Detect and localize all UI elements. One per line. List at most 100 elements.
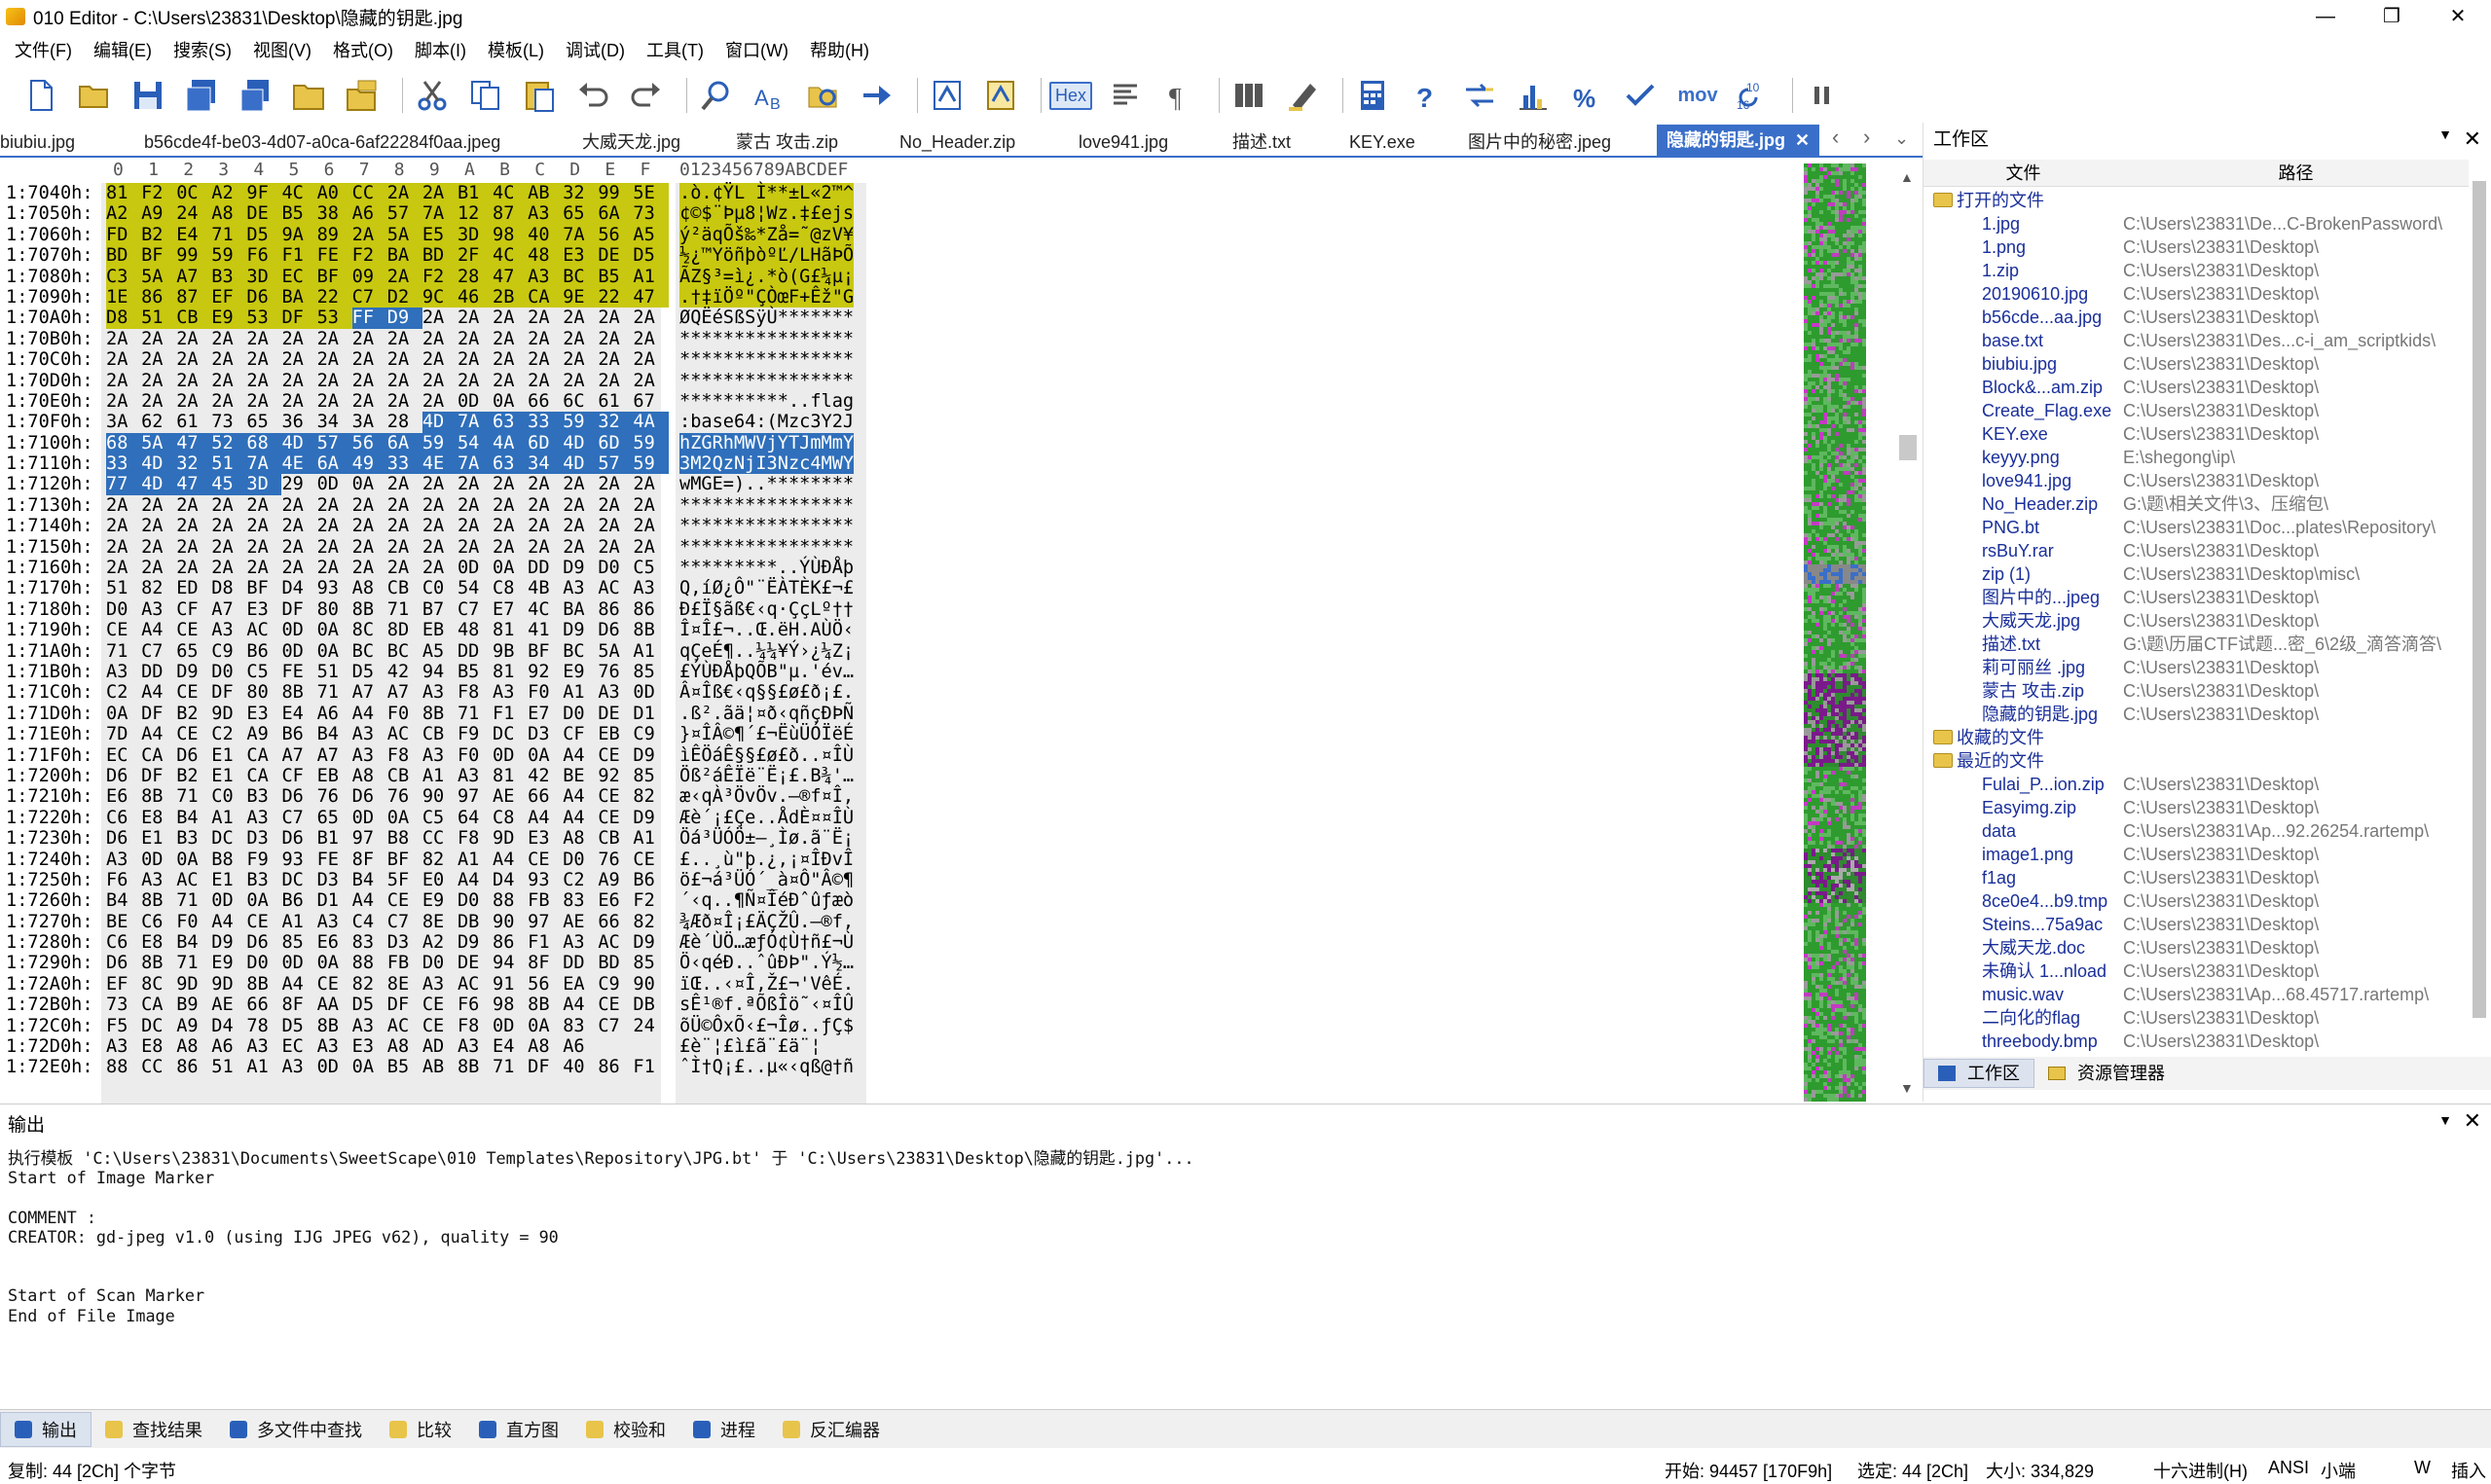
hex-byte[interactable]: 2A <box>211 349 246 370</box>
highlight-icon[interactable] <box>1281 74 1324 117</box>
hex-byte[interactable]: A2 <box>211 183 247 204</box>
hex-byte[interactable]: 47 <box>633 286 669 308</box>
workspace-file-row[interactable]: zip (1) C:\Users\23831\Desktop\misc\ <box>1923 562 2469 586</box>
hex-byte[interactable]: D4 <box>211 1016 246 1036</box>
hex-byte[interactable]: 8B <box>141 786 176 807</box>
workspace-file-row[interactable]: 20190610.jpg C:\Users\23831\Desktop\ <box>1923 282 2469 306</box>
ascii-text[interactable]: æ‹qÀ³ÖvÖv.—®f¤Î‚ <box>679 786 854 807</box>
hex-byte[interactable]: A3 <box>211 620 246 640</box>
hex-byte[interactable]: A3 <box>352 1016 387 1036</box>
workspace-file-row[interactable]: 大威天龙.doc C:\Users\23831\Desktop\ <box>1923 936 2469 959</box>
hex-byte[interactable]: 2A <box>458 308 493 328</box>
hex-scroll-thumb[interactable] <box>1899 435 1917 460</box>
ascii-text[interactable]: 3M2QzNjI3Nzc4MWY <box>679 453 855 475</box>
hex-byte[interactable]: 8B <box>352 599 387 620</box>
workspace-file-row[interactable]: KEY.exe C:\Users\23831\Desktop\ <box>1923 422 2469 446</box>
find-icon[interactable] <box>695 74 738 117</box>
hex-byte[interactable]: 2A <box>176 516 211 536</box>
hex-byte[interactable]: CE <box>598 745 633 766</box>
hex-byte[interactable]: D3 <box>528 724 563 744</box>
hex-mode-button[interactable]: Hex <box>1049 81 1093 110</box>
hex-byte[interactable]: A9 <box>598 870 633 890</box>
hex-byte[interactable]: A3 <box>246 1036 281 1057</box>
redo-icon[interactable] <box>625 74 668 117</box>
hex-byte[interactable]: CE <box>598 786 633 807</box>
hex-byte[interactable]: 0A <box>352 1057 387 1077</box>
hex-byte[interactable]: 2A <box>598 474 633 494</box>
hex-byte[interactable]: B4 <box>352 870 387 890</box>
hex-byte[interactable]: 34 <box>528 453 564 475</box>
hex-byte[interactable]: CB <box>176 308 212 329</box>
hex-byte[interactable]: 2A <box>352 349 387 370</box>
hex-byte[interactable]: 2A <box>387 558 422 578</box>
hex-byte[interactable]: 1E <box>106 286 142 308</box>
hex-byte[interactable]: 8B <box>422 704 458 724</box>
hex-byte[interactable]: 76 <box>317 786 352 807</box>
save-as-icon[interactable] <box>180 74 223 117</box>
hex-byte[interactable]: 64 <box>458 808 493 828</box>
hex-byte[interactable]: 2A <box>563 516 598 536</box>
hex-byte[interactable]: 46 <box>457 286 494 308</box>
hex-byte[interactable]: E8 <box>141 808 176 828</box>
hex-byte[interactable]: 2A <box>598 329 633 349</box>
calculator-icon[interactable] <box>1351 74 1394 117</box>
workspace-file-row[interactable]: Create_Flag.exe C:\Users\23831\Desktop\ <box>1923 399 2469 422</box>
hex-byte[interactable]: 0D <box>211 890 246 911</box>
file-tab[interactable]: 蒙古 攻击.zip <box>736 127 838 158</box>
hex-byte[interactable]: 2A <box>246 495 281 516</box>
hex-byte[interactable]: 59 <box>633 453 669 475</box>
hex-bytes[interactable]: B4 8B 71 0D 0A B6 D1 A4 CE E9 D0 88 FB 83 E6 F2 <box>106 890 669 911</box>
hex-byte[interactable]: 81 <box>106 183 142 204</box>
hex-byte[interactable]: DE <box>458 953 493 973</box>
hex-byte[interactable]: BC <box>387 641 422 662</box>
hex-byte[interactable]: A6 <box>351 203 387 225</box>
hex-byte[interactable]: 0D <box>458 391 493 412</box>
ascii-text[interactable]: Öá³ÜÓÖ±—¸Ìø.ã¨Ë¡ <box>679 828 854 849</box>
scroll-up-icon[interactable]: ▲ <box>1900 169 1914 185</box>
hex-byte[interactable]: 61 <box>598 391 633 412</box>
hex-byte[interactable]: 8E <box>387 974 422 995</box>
menu-item[interactable]: 模板(L) <box>479 37 553 62</box>
hex-byte[interactable]: AC <box>458 974 493 995</box>
hex-byte[interactable]: B4 <box>106 890 141 911</box>
hex-byte[interactable]: D0 <box>598 558 633 578</box>
hex-byte[interactable]: 2A <box>493 474 528 494</box>
hex-byte[interactable]: E6 <box>598 890 633 911</box>
workspace-file-row[interactable]: rsBuY.rar C:\Users\23831\Desktop\ <box>1923 539 2469 562</box>
hex-byte[interactable]: 2A <box>493 495 528 516</box>
hex-byte[interactable]: CF <box>176 599 211 620</box>
hex-byte[interactable]: F9 <box>246 850 281 870</box>
hex-byte[interactable]: EB <box>598 724 633 744</box>
hex-byte[interactable]: 86 <box>176 1057 211 1077</box>
hex-byte[interactable]: E9 <box>563 662 598 682</box>
hex-byte[interactable]: 2A <box>281 391 316 412</box>
hex-byte[interactable]: 2A <box>458 349 493 370</box>
hex-byte[interactable]: 2A <box>141 558 176 578</box>
hex-byte[interactable]: 6C <box>563 391 598 412</box>
hex-byte[interactable]: C6 <box>106 808 141 828</box>
hex-byte[interactable]: 2A <box>211 391 246 412</box>
hex-byte[interactable]: 87 <box>176 286 212 308</box>
workspace-file-row[interactable]: 1.zip C:\Users\23831\Desktop\ <box>1923 259 2469 282</box>
hex-byte[interactable]: 71 <box>211 224 247 246</box>
hex-byte[interactable]: 2A <box>106 371 141 391</box>
hex-byte[interactable]: 2A <box>281 495 316 516</box>
hex-byte[interactable]: 0C <box>176 183 212 204</box>
hex-byte[interactable]: 2A <box>352 391 387 412</box>
ascii-text[interactable]: ˆÌ†Q¡£..µ«‹qß@†ñ <box>679 1057 854 1077</box>
columns-icon[interactable] <box>1227 74 1270 117</box>
file-tab[interactable]: 隐藏的钥匙.jpg ✕ <box>1657 125 1820 158</box>
hex-byte[interactable]: 71 <box>176 786 211 807</box>
hex-byte[interactable]: 2A <box>458 474 493 494</box>
hex-byte[interactable]: E5 <box>421 224 458 246</box>
hex-byte[interactable]: 2A <box>176 537 211 558</box>
workspace-file-row[interactable]: 大威天龙.jpg C:\Users\23831\Desktop\ <box>1923 609 2469 633</box>
hex-byte[interactable]: 2A <box>317 516 352 536</box>
hex-byte[interactable]: 2A <box>528 516 563 536</box>
hex-byte[interactable]: 38 <box>316 203 352 225</box>
hex-byte[interactable]: C5 <box>246 662 281 682</box>
hex-byte[interactable]: 51 <box>317 662 352 682</box>
workspace-scroll-thumb[interactable] <box>2473 181 2486 1018</box>
hex-byte[interactable]: 6D <box>598 432 634 454</box>
hex-byte[interactable]: 48 <box>528 245 564 267</box>
